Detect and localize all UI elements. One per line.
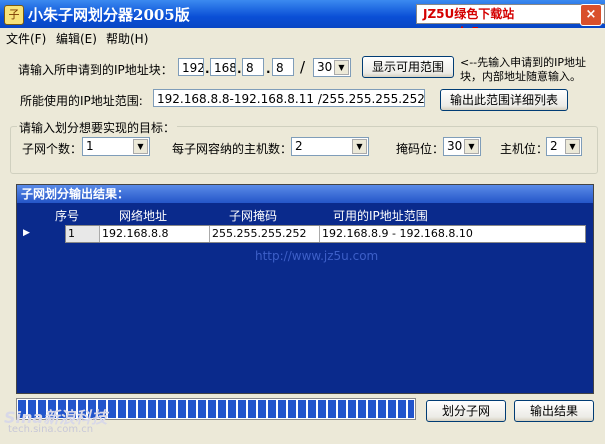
header-network: 网络地址 [119,209,168,223]
cell-index[interactable]: 1 [66,226,100,242]
menu-edit[interactable]: 编辑(E) [56,30,97,47]
range-label: 所能使用的IP地址范围: [20,94,143,108]
export-result-button[interactable]: 输出结果 [514,400,594,422]
subnet-count-select[interactable]: 1 ▼ [82,137,150,156]
cell-range[interactable]: 192.168.8.9 - 192.168.8.10 [320,226,585,242]
menu-file[interactable]: 文件(F) [6,30,46,47]
watermark-banner: JZ5U绿色下载站 www.jz5u.com [416,4,605,39]
subnet-count-label: 子网个数： [22,142,83,156]
chevron-down-icon[interactable]: ▼ [133,139,148,154]
row-pointer-icon: ▶ [23,228,30,238]
hint-text: <--先输入申请到的IP地址块，内部地址随意输入。 [460,56,587,83]
app-window: 子 小朱子网划分器2005版 JZ5U绿色下载站 www.jz5u.com × … [0,0,605,444]
ip-octet-2[interactable]: 168 [210,58,236,76]
target-caption: 请输入划分想要实现的目标： [17,119,178,136]
chevron-down-icon[interactable]: ▼ [565,139,580,154]
app-icon: 子 [4,5,24,25]
detail-list-button[interactable]: 输出此范围详细列表 [440,89,568,111]
range-field[interactable]: 192.168.8.8-192.168.8.11 /255.255.255.25… [153,89,425,107]
ip-dot: . [266,62,271,76]
subnet-count-value: 1 [86,139,94,153]
title-bar[interactable]: 子 小朱子网划分器2005版 JZ5U绿色下载站 www.jz5u.com × [0,0,605,39]
chevron-down-icon[interactable]: ▼ [464,139,479,154]
ip-octet-3[interactable]: 8 [242,58,264,76]
header-index: 序号 [55,209,80,223]
mask-bits-label: 掩码位： [396,142,445,156]
ip-block-label: 请输入所申请到的IP地址块： [18,63,173,77]
show-range-button[interactable]: 显示可用范围 [362,56,454,78]
menu-help[interactable]: 帮助(H) [106,30,148,47]
mask-bits-select[interactable]: 30 ▼ [443,137,481,156]
cell-network[interactable]: 192.168.8.8 [100,226,210,242]
menu-bar: 文件(F) 编辑(E) 帮助(H) [0,28,605,46]
host-bits-label: 主机位： [500,142,549,156]
hosts-value: 2 [295,139,303,153]
watermark-site: tech.sina.com.cn [8,424,94,435]
split-subnet-button[interactable]: 划分子网 [426,400,506,422]
close-button[interactable]: × [580,4,602,26]
ip-dot: . [237,62,242,76]
header-mask: 子网掩码 [229,209,278,223]
header-range: 可用的IP地址范围 [333,209,428,223]
window-title: 小朱子网划分器2005版 [28,6,190,24]
result-title: 子网划分输出结果： [17,185,593,203]
watermark-url: http://www.jz5u.com [255,249,379,263]
chevron-down-icon[interactable]: ▼ [334,60,349,75]
ip-octet-1[interactable]: 192 [178,58,204,76]
cell-mask[interactable]: 255.255.255.252 [210,226,320,242]
result-grid[interactable]: 子网划分输出结果： 序号 网络地址 子网掩码 可用的IP地址范围 ▶ 1 192… [16,184,594,394]
prefix-slash: / [300,58,306,76]
prefix-select[interactable]: 30 ▼ [313,58,351,77]
host-bits-value: 2 [550,139,558,153]
ip-dot: . [205,62,210,76]
hosts-label: 每子网容纳的主机数： [172,142,293,156]
table-row[interactable]: 1 192.168.8.8 255.255.255.252 192.168.8.… [65,225,586,243]
prefix-value: 30 [317,60,333,74]
ip-octet-4[interactable]: 8 [272,58,294,76]
chevron-down-icon[interactable]: ▼ [352,139,367,154]
host-bits-select[interactable]: 2 ▼ [546,137,582,156]
mask-bits-value: 30 [447,139,463,153]
hosts-select[interactable]: 2 ▼ [291,137,369,156]
